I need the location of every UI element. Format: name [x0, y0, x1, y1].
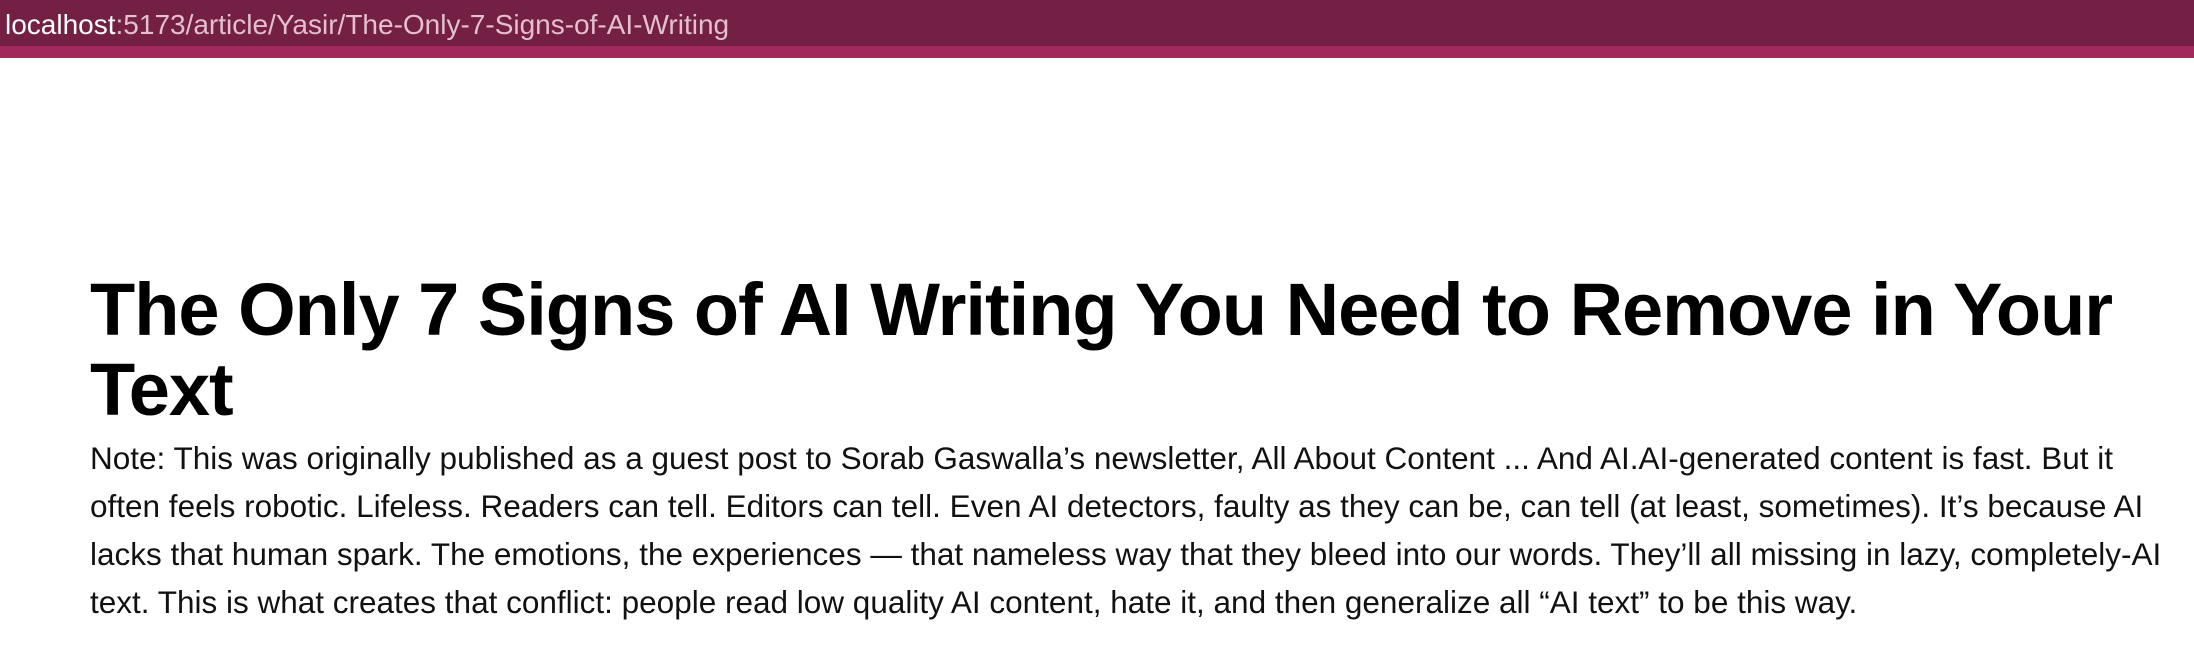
article-body: Note: This was originally published as a…	[90, 440, 2162, 620]
article-content: The Only 7 Signs of AI Writing You Need …	[90, 270, 2170, 626]
url-path: :5173/article/Yasir/The-Only-7-Signs-of-…	[115, 9, 730, 40]
article-title: The Only 7 Signs of AI Writing You Need …	[90, 268, 2113, 431]
browser-address-bar[interactable]: localhost:5173/article/Yasir/The-Only-7-…	[0, 0, 2194, 58]
url-host: localhost	[5, 9, 116, 40]
url-text[interactable]: localhost:5173/article/Yasir/The-Only-7-…	[5, 8, 729, 42]
